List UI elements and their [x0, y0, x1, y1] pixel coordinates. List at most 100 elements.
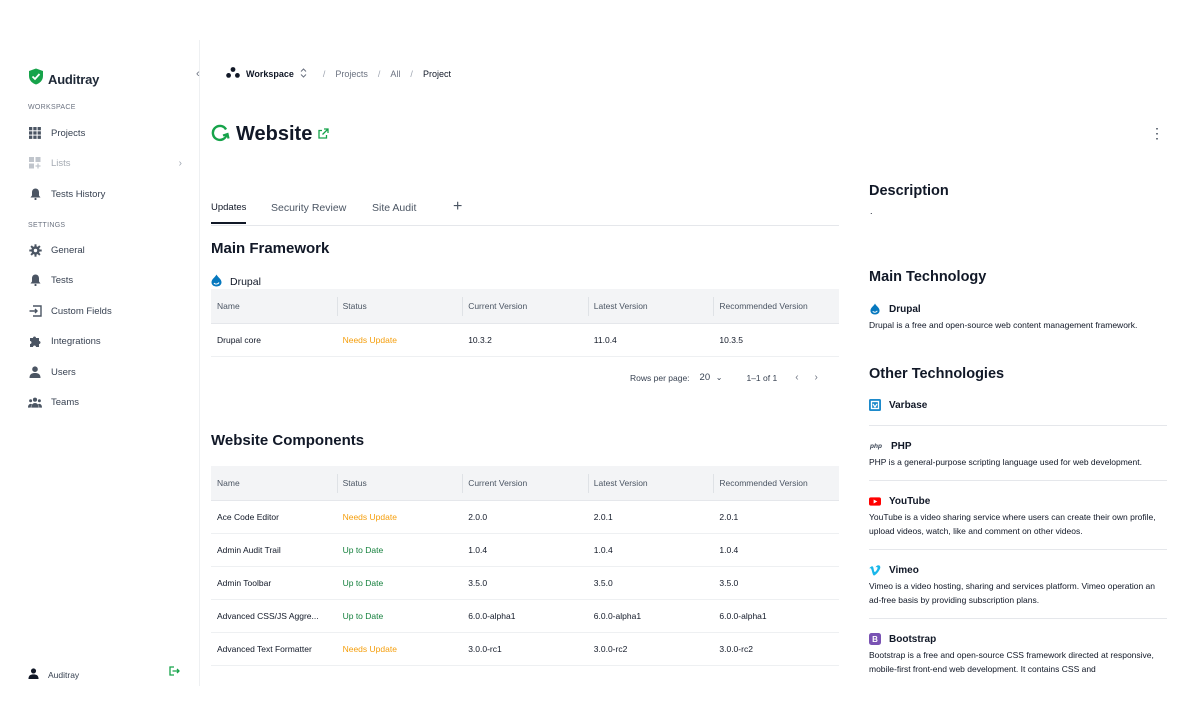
cell-recommended-version: 1.0.4 [719, 545, 739, 555]
cell-latest-version: 3.5.0 [593, 578, 613, 588]
breadcrumb: Workspace / Projects / All / Project [226, 67, 451, 80]
collapse-sidebar-button[interactable]: ‹ [196, 68, 200, 80]
main-technology-item: Drupal Drupal is a free and open-source … [869, 303, 1169, 332]
tab-site-audit[interactable]: Site Audit [372, 202, 416, 222]
previous-page-button[interactable]: ‹ [795, 372, 798, 383]
tech-description: YouTube is a video sharing service where… [869, 512, 1156, 536]
external-link-icon[interactable] [318, 126, 329, 144]
tech-item-bootstrap: B Bootstrap Bootstrap is a free and open… [869, 633, 1169, 676]
cell-name: Admin Audit Trail [217, 545, 281, 555]
sidebar-item-integrations[interactable]: Integrations [28, 331, 188, 351]
tab-updates[interactable]: Updates [211, 202, 247, 224]
sidebar-item-label: Tests [51, 274, 74, 286]
rows-per-page-select[interactable]: 20 ⌄ [700, 372, 723, 383]
tech-heading: YouTube [869, 495, 1169, 507]
tech-name: Bootstrap [889, 633, 937, 645]
sidebar-item-label: Teams [51, 396, 79, 408]
sidebar-item-general[interactable]: General [28, 240, 188, 260]
column-header-status[interactable]: Status [336, 289, 463, 323]
table-row[interactable]: Ace Code Editor Needs Update 2.0.0 2.0.1… [211, 501, 839, 534]
divider [869, 480, 1167, 481]
brand-logo[interactable]: Auditray [28, 68, 99, 90]
column-header-current-version[interactable]: Current Version [462, 466, 588, 500]
sidebar-item-label: Custom Fields [51, 305, 112, 317]
varbase-icon [869, 399, 881, 411]
column-header-current-version[interactable]: Current Version [462, 289, 588, 323]
shield-check-icon [28, 68, 44, 90]
status-badge: Up to Date [342, 545, 384, 555]
column-header-name[interactable]: Name [211, 289, 337, 323]
table-row[interactable]: Advanced CSS/JS Aggre... Up to Date 6.0.… [211, 600, 839, 633]
cell-recommended-version: 2.0.1 [719, 512, 739, 522]
cell-name: Admin Toolbar [217, 578, 272, 588]
cell-name: Drupal core [217, 335, 261, 345]
tech-description: PHP is a general-purpose scripting langu… [869, 457, 1142, 467]
description-title: Description [869, 183, 949, 199]
refresh-icon[interactable] [210, 122, 230, 147]
column-header-recommended-version[interactable]: Recommended Version [713, 466, 839, 500]
column-header-status[interactable]: Status [336, 466, 463, 500]
grid-icon [28, 126, 42, 140]
sidebar-item-label: Integrations [51, 335, 101, 347]
tech-heading: Drupal [869, 303, 1169, 315]
divider [869, 549, 1167, 550]
puzzle-icon [28, 334, 42, 348]
breadcrumb-separator: / [377, 68, 381, 79]
table-row[interactable]: Drupal core Needs Update 10.3.2 11.0.4 1… [211, 324, 839, 357]
cell-latest-version: 3.0.0-rc2 [593, 644, 628, 654]
sidebar-user-name: Auditray [48, 669, 80, 680]
framework-name: Drupal [211, 274, 261, 290]
chevron-down-icon: ⌄ [715, 373, 723, 382]
workspace-icon [226, 67, 240, 80]
breadcrumb-current: Project [422, 68, 451, 79]
sidebar-item-projects[interactable]: Projects [28, 123, 188, 143]
tech-item-youtube: YouTube YouTube is a video sharing servi… [869, 495, 1169, 538]
add-tab-button[interactable]: + [453, 198, 462, 216]
table-row[interactable]: Admin Audit Trail Up to Date 1.0.4 1.0.4… [211, 534, 839, 567]
column-header-latest-version[interactable]: Latest Version [587, 466, 714, 500]
main-framework-title: Main Framework [211, 240, 330, 257]
tech-description: Drupal is a free and open-source web con… [869, 320, 1138, 330]
main-framework-table: Name Status Current Version Latest Versi… [211, 289, 839, 357]
sidebar-item-custom-fields[interactable]: Custom Fields [28, 301, 188, 321]
cell-recommended-version: 6.0.0-alpha1 [719, 611, 767, 621]
page-title: Website [210, 122, 329, 147]
tech-name: Drupal [889, 303, 921, 315]
workspace-switcher[interactable]: Workspace [226, 67, 307, 80]
cell-current-version: 1.0.4 [468, 545, 488, 555]
cell-current-version: 3.5.0 [468, 578, 488, 588]
sidebar-item-label: Lists [51, 157, 71, 169]
logout-icon[interactable] [169, 666, 180, 679]
sidebar-item-users[interactable]: Users [28, 362, 188, 382]
sidebar-item-teams[interactable]: Teams [28, 392, 188, 412]
more-options-icon[interactable]: ⋮ [1150, 126, 1164, 140]
column-header-latest-version[interactable]: Latest Version [587, 289, 714, 323]
brand-name: Auditray [48, 71, 100, 87]
tech-heading: B Bootstrap [869, 633, 1169, 645]
settings-section-label: SETTINGS [28, 222, 66, 229]
cell-current-version: 6.0.0-alpha1 [468, 611, 516, 621]
user-avatar-icon [28, 668, 39, 681]
tech-name: Varbase [889, 399, 928, 411]
breadcrumb-projects[interactable]: Projects [335, 69, 368, 79]
sidebar-item-tests-history[interactable]: Tests History [28, 184, 188, 204]
sidebar-item-lists[interactable]: Lists › [28, 153, 188, 173]
cell-name: Advanced Text Formatter [217, 644, 312, 654]
bell-icon [28, 187, 42, 201]
next-page-button[interactable]: › [815, 372, 818, 383]
column-header-name[interactable]: Name [211, 466, 337, 500]
cell-recommended-version: 3.0.0-rc2 [719, 644, 753, 654]
divider [869, 618, 1167, 619]
breadcrumb-all[interactable]: All [390, 69, 400, 79]
tab-security-review[interactable]: Security Review [271, 202, 346, 222]
column-header-recommended-version[interactable]: Recommended Version [713, 289, 839, 323]
tech-name: YouTube [889, 495, 931, 507]
sidebar-user[interactable]: Auditray [28, 666, 180, 681]
tech-heading: Vimeo [869, 564, 1169, 576]
table-row[interactable]: Advanced Text Formatter Needs Update 3.0… [211, 633, 839, 666]
other-technologies-title: Other Technologies [869, 366, 1005, 382]
sidebar-item-tests[interactable]: Tests [28, 270, 188, 290]
cell-latest-version: 2.0.1 [593, 512, 613, 522]
rows-per-page-value: 20 [699, 372, 711, 383]
table-row[interactable]: Admin Toolbar Up to Date 3.5.0 3.5.0 3.5… [211, 567, 839, 600]
